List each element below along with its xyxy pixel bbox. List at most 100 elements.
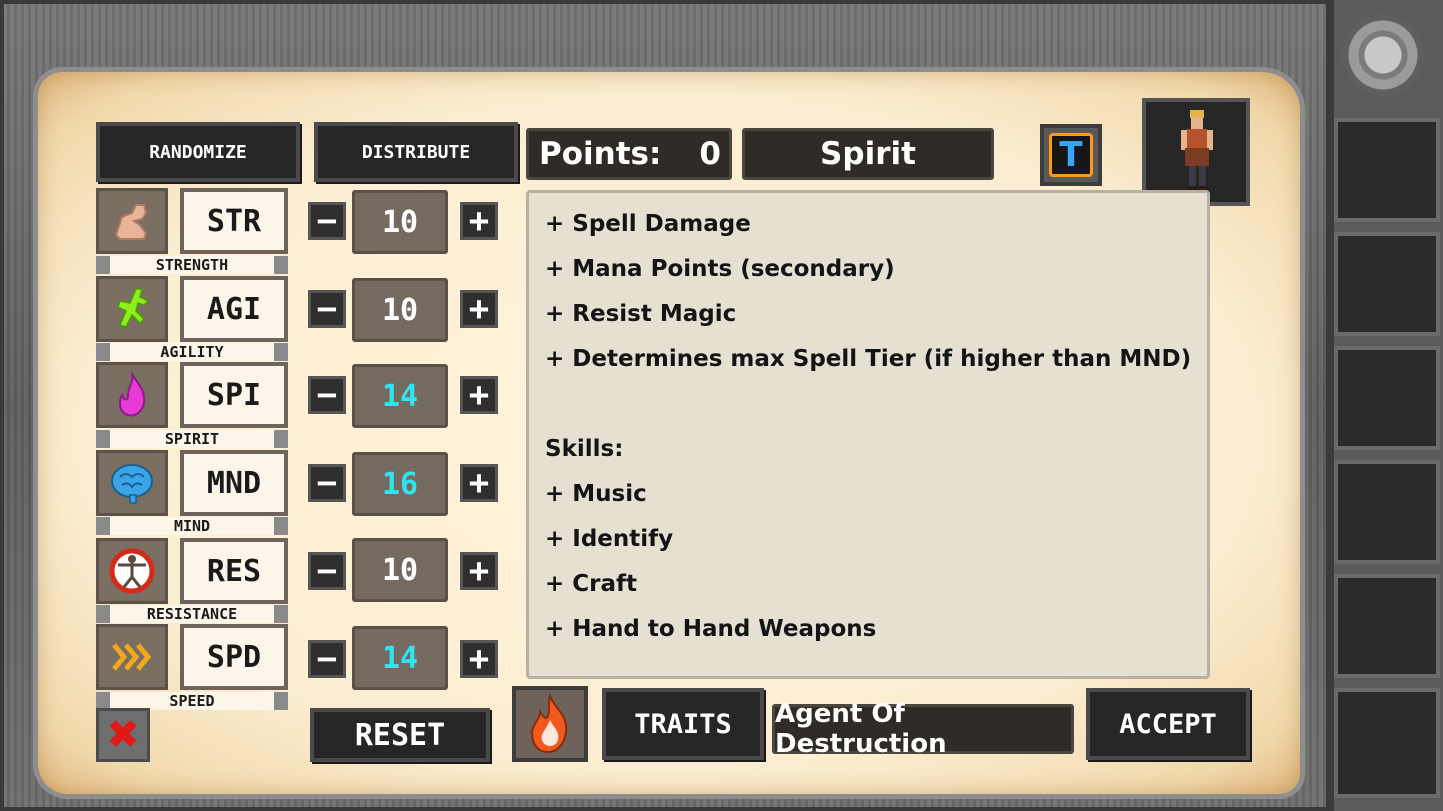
- stat-abbr-mnd: MND: [180, 450, 288, 516]
- stat-name-text: AGILITY: [160, 343, 224, 361]
- fire-trait-button[interactable]: [512, 686, 588, 762]
- traits-label: TRAITS: [634, 708, 732, 740]
- stat-value-text: 16: [381, 466, 419, 502]
- mind-increase-button[interactable]: +: [460, 463, 498, 503]
- speed-increase-button[interactable]: +: [460, 639, 498, 679]
- minus-glyph: −: [316, 463, 338, 503]
- spirit-value: 14: [352, 364, 448, 428]
- agility-decrease-button[interactable]: −: [308, 289, 346, 329]
- fire-element-icon: [530, 692, 568, 754]
- accept-button[interactable]: ACCEPT: [1086, 688, 1250, 760]
- brain-icon: [111, 464, 153, 504]
- stat-value-text: 10: [381, 552, 419, 588]
- mind-icon-tile: [96, 450, 168, 516]
- resistance-increase-button[interactable]: +: [460, 551, 498, 591]
- close-button[interactable]: ✖: [96, 708, 150, 762]
- plus-glyph: +: [468, 201, 490, 241]
- minus-glyph: −: [316, 639, 338, 679]
- tooltip-toggle-button[interactable]: T: [1040, 124, 1102, 186]
- skill-line: + Craft: [545, 571, 638, 597]
- character-sprite-icon: [1181, 110, 1213, 192]
- stat-value-text: 14: [381, 378, 419, 414]
- minus-glyph: −: [316, 375, 338, 415]
- stat-name-strength: STRENGTH: [96, 256, 288, 274]
- background-name[interactable]: Agent Of Destruction: [772, 699, 1074, 759]
- stat-abbr-text: AGI: [206, 291, 262, 327]
- description-line: + Mana Points (secondary): [545, 256, 895, 282]
- menu-knob-button[interactable]: [1342, 14, 1424, 96]
- minus-glyph: −: [316, 289, 338, 329]
- skills-heading: Skills:: [545, 436, 624, 462]
- stat-name-text: MIND: [173, 517, 211, 535]
- plus-glyph: +: [468, 463, 490, 503]
- resistance-icon-tile: [96, 538, 168, 604]
- spirit-decrease-button[interactable]: −: [308, 375, 346, 415]
- stat-value-text: 14: [381, 640, 419, 676]
- vitruvian-man-icon: [109, 548, 155, 594]
- inventory-slot[interactable]: [1334, 460, 1440, 564]
- points-value: 0: [699, 136, 721, 172]
- minus-glyph: −: [316, 201, 338, 241]
- speed-chevrons-icon: [112, 643, 152, 671]
- traits-button[interactable]: TRAITS: [602, 688, 764, 760]
- plus-glyph: +: [468, 375, 490, 415]
- speed-icon-tile: [96, 624, 168, 690]
- agility-value: 10: [352, 278, 448, 342]
- stat-abbr-text: SPI: [206, 377, 262, 413]
- stat-value-text: 10: [381, 292, 419, 328]
- agility-increase-button[interactable]: +: [460, 289, 498, 329]
- plus-glyph: +: [468, 639, 490, 679]
- stat-name-spirit: SPIRIT: [96, 430, 288, 448]
- points-display: Points: 0: [526, 128, 732, 180]
- stat-abbr-res: RES: [180, 538, 288, 604]
- skill-line: + Music: [545, 481, 647, 507]
- stat-name-text: SPIRIT: [164, 430, 220, 448]
- stat-abbr-spi: SPI: [180, 362, 288, 428]
- inventory-slot[interactable]: [1334, 346, 1440, 450]
- stat-name-text: SPEED: [169, 692, 215, 710]
- spirit-icon-tile: [96, 362, 168, 428]
- description-line: + Resist Magic: [545, 301, 737, 327]
- inventory-slot[interactable]: [1334, 118, 1440, 222]
- reset-button[interactable]: RESET: [310, 708, 490, 762]
- inventory-slot[interactable]: [1334, 232, 1440, 336]
- resistance-value: 10: [352, 538, 448, 602]
- toggle-letter: T: [1059, 135, 1083, 175]
- stat-abbr-agi: AGI: [180, 276, 288, 342]
- flexed-arm-icon: [114, 204, 148, 240]
- inventory-slot[interactable]: [1334, 688, 1440, 798]
- randomize-button[interactable]: RANDOMIZE: [96, 122, 300, 182]
- speed-value: 14: [352, 626, 448, 690]
- selected-attribute-title: Spirit: [742, 128, 994, 180]
- accept-label: ACCEPT: [1119, 708, 1217, 740]
- randomize-label: RANDOMIZE: [149, 141, 247, 163]
- speed-decrease-button[interactable]: −: [308, 639, 346, 679]
- background-name-label: Agent Of Destruction: [775, 699, 947, 759]
- minus-glyph: −: [316, 551, 338, 591]
- strength-decrease-button[interactable]: −: [308, 201, 346, 241]
- mind-decrease-button[interactable]: −: [308, 463, 346, 503]
- attribute-description-panel: + Spell Damage + Mana Points (secondary)…: [526, 190, 1210, 679]
- skill-line: + Identify: [545, 526, 674, 552]
- distribute-button[interactable]: DISTRIBUTE: [314, 122, 518, 182]
- plus-glyph: +: [468, 289, 490, 329]
- agility-icon-tile: [96, 276, 168, 342]
- stat-name-resistance: RESISTANCE: [96, 605, 288, 623]
- reset-label: RESET: [354, 717, 446, 753]
- t-toggle-icon: T: [1049, 133, 1093, 177]
- strength-increase-button[interactable]: +: [460, 201, 498, 241]
- spirit-flame-icon: [119, 372, 146, 417]
- strength-icon-tile: [96, 188, 168, 254]
- running-figure-icon: [117, 288, 150, 328]
- inventory-slot[interactable]: [1334, 574, 1440, 678]
- stat-abbr-text: RES: [206, 553, 262, 589]
- resistance-decrease-button[interactable]: −: [308, 551, 346, 591]
- strength-value: 10: [352, 190, 448, 254]
- stat-name-text: RESISTANCE: [146, 605, 238, 623]
- stat-abbr-text: STR: [206, 203, 262, 239]
- stat-abbr-text: MND: [206, 465, 262, 501]
- points-label: Points:: [539, 136, 662, 172]
- spirit-increase-button[interactable]: +: [460, 375, 498, 415]
- stat-name-text: STRENGTH: [155, 256, 229, 274]
- mind-value: 16: [352, 452, 448, 516]
